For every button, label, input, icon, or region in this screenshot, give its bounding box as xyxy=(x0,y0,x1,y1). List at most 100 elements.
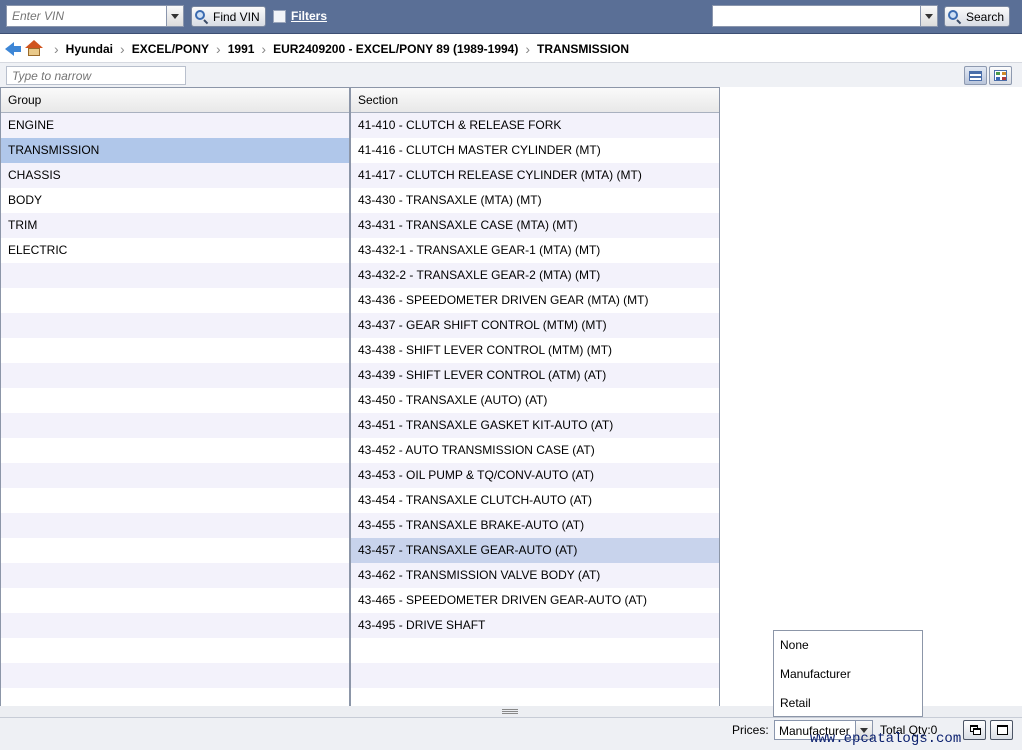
section-rows: 41-410 - CLUTCH & RELEASE FORK 41-416 - C… xyxy=(351,113,719,706)
empty-row xyxy=(1,538,349,563)
breadcrumb-item-make[interactable]: Hyundai xyxy=(66,42,113,56)
thumbnail-view-icon xyxy=(994,70,1007,81)
group-row[interactable]: TRANSMISSION xyxy=(1,138,349,163)
prices-label: Prices: xyxy=(732,723,769,737)
empty-row xyxy=(351,638,719,663)
section-row[interactable]: 43-438 - SHIFT LEVER CONTROL (MTM) (MT) xyxy=(351,338,719,363)
chevron-right-icon: › xyxy=(216,40,221,57)
section-row[interactable]: 41-416 - CLUTCH MASTER CYLINDER (MT) xyxy=(351,138,719,163)
empty-row xyxy=(1,413,349,438)
empty-row xyxy=(1,613,349,638)
section-row[interactable]: 43-455 - TRANSAXLE BRAKE-AUTO (AT) xyxy=(351,513,719,538)
section-row[interactable]: 43-453 - OIL PUMP & TQ/CONV-AUTO (AT) xyxy=(351,463,719,488)
section-row[interactable]: 43-457 - TRANSAXLE GEAR-AUTO (AT) xyxy=(351,538,719,563)
empty-row xyxy=(1,438,349,463)
section-row[interactable]: 41-410 - CLUTCH & RELEASE FORK xyxy=(351,113,719,138)
group-row[interactable]: BODY xyxy=(1,188,349,213)
filter-bar xyxy=(0,62,1022,87)
home-icon[interactable] xyxy=(25,40,43,57)
empty-row xyxy=(1,338,349,363)
empty-row xyxy=(1,313,349,338)
empty-row xyxy=(351,688,719,706)
vin-combobox[interactable] xyxy=(6,5,184,27)
chevron-right-icon: › xyxy=(525,40,531,57)
section-row[interactable]: 43-452 - AUTO TRANSMISSION CASE (AT) xyxy=(351,438,719,463)
section-column-header[interactable]: Section xyxy=(351,88,719,113)
empty-row xyxy=(1,588,349,613)
group-row[interactable]: ELECTRIC xyxy=(1,238,349,263)
search-combobox[interactable] xyxy=(712,5,938,27)
group-rows: ENGINE TRANSMISSION CHASSIS BODY TRIM ELECTRI… xyxy=(1,113,349,706)
breadcrumb-item-group: TRANSMISSION xyxy=(537,41,630,56)
section-row[interactable]: 43-431 - TRANSAXLE CASE (MTA) (MT) xyxy=(351,213,719,238)
chevron-right-icon: › xyxy=(120,40,125,57)
section-row[interactable]: 43-430 - TRANSAXLE (MTA) (MT) xyxy=(351,188,719,213)
list-view-button[interactable] xyxy=(964,66,987,85)
search-button[interactable]: Search xyxy=(944,6,1011,27)
grip-icon xyxy=(502,709,518,714)
search-button-label: Search xyxy=(966,9,1005,24)
section-row[interactable]: 43-462 - TRANSMISSION VALVE BODY (AT) xyxy=(351,563,719,588)
empty-row xyxy=(1,663,349,688)
empty-row xyxy=(1,363,349,388)
empty-row xyxy=(1,463,349,488)
prices-option-manufacturer[interactable]: Manufacturer xyxy=(774,660,922,689)
empty-row xyxy=(1,263,349,288)
breadcrumb-item-year[interactable]: 1991 xyxy=(228,42,255,56)
restore-window-button[interactable] xyxy=(963,720,986,740)
section-row[interactable]: 43-465 - SPEEDOMETER DRIVEN GEAR-AUTO (A… xyxy=(351,588,719,613)
group-grid: Group ENGINE TRANSMISSION CHASSIS BODY TRIM E… xyxy=(0,87,350,707)
top-toolbar: Find VIN Filters Search xyxy=(0,0,1022,34)
section-row[interactable]: 43-451 - TRANSAXLE GASKET KIT-AUTO (AT) xyxy=(351,413,719,438)
section-grid: Section 41-410 - CLUTCH & RELEASE FORK 41… xyxy=(350,87,720,707)
empty-row xyxy=(1,488,349,513)
filters-checkbox[interactable] xyxy=(273,10,286,23)
magnifier-icon xyxy=(948,9,962,24)
empty-row xyxy=(351,663,719,688)
section-row[interactable]: 43-450 - TRANSAXLE (AUTO) (AT) xyxy=(351,388,719,413)
section-row[interactable]: 43-454 - TRANSAXLE CLUTCH-AUTO (AT) xyxy=(351,488,719,513)
empty-row xyxy=(1,513,349,538)
maximize-window-icon xyxy=(997,725,1008,735)
section-row[interactable]: 43-432-2 - TRANSAXLE GEAR-2 (MTA) (MT) xyxy=(351,263,719,288)
list-view-icon xyxy=(969,70,982,81)
empty-row xyxy=(1,388,349,413)
group-row[interactable]: TRIM xyxy=(1,213,349,238)
group-row[interactable]: ENGINE xyxy=(1,113,349,138)
magnifier-icon xyxy=(195,9,209,24)
section-row[interactable]: 43-439 - SHIFT LEVER CONTROL (ATM) (AT) xyxy=(351,363,719,388)
group-column-header[interactable]: Group xyxy=(1,88,349,113)
prices-dropdown-menu: None Manufacturer Retail xyxy=(773,630,923,717)
breadcrumb-item-model[interactable]: EXCEL/PONY xyxy=(132,42,209,56)
watermark: www.epcatalogs.com xyxy=(810,731,962,747)
section-row[interactable]: 43-437 - GEAR SHIFT CONTROL (MTM) (MT) xyxy=(351,313,719,338)
chevron-right-icon: › xyxy=(54,40,59,57)
empty-row xyxy=(1,688,349,706)
chevron-down-icon xyxy=(171,13,179,19)
find-vin-label: Find VIN xyxy=(213,9,260,24)
vin-input[interactable] xyxy=(7,6,165,26)
prices-option-none[interactable]: None xyxy=(774,631,922,660)
search-input[interactable] xyxy=(713,6,919,26)
search-dropdown-button[interactable] xyxy=(920,6,937,26)
section-row[interactable]: 41-417 - CLUTCH RELEASE CYLINDER (MTA) (… xyxy=(351,163,719,188)
thumbnail-view-button[interactable] xyxy=(989,66,1012,85)
section-row[interactable]: 43-432-1 - TRANSAXLE GEAR-1 (MTA) (MT) xyxy=(351,238,719,263)
narrow-input[interactable] xyxy=(6,66,186,85)
filters-link[interactable]: Filters xyxy=(291,9,327,23)
empty-row xyxy=(1,288,349,313)
vin-dropdown-button[interactable] xyxy=(166,6,183,26)
section-row[interactable]: 43-436 - SPEEDOMETER DRIVEN GEAR (MTA) (… xyxy=(351,288,719,313)
empty-row xyxy=(1,563,349,588)
group-row[interactable]: CHASSIS xyxy=(1,163,349,188)
status-bar: Prices: Manufacturer Total Qty:0 www.epc… xyxy=(0,717,1022,750)
breadcrumb-item-catalog[interactable]: EUR2409200 - EXCEL/PONY 89 (1989-1994) xyxy=(273,42,518,56)
empty-row xyxy=(1,638,349,663)
section-row[interactable]: 43-495 - DRIVE SHAFT xyxy=(351,613,719,638)
find-vin-button[interactable]: Find VIN xyxy=(191,6,266,27)
back-arrow-icon[interactable] xyxy=(5,40,22,57)
prices-option-retail[interactable]: Retail xyxy=(774,689,922,718)
chevron-right-icon: › xyxy=(261,40,267,57)
chevron-down-icon xyxy=(925,13,933,19)
maximize-window-button[interactable] xyxy=(990,720,1013,740)
